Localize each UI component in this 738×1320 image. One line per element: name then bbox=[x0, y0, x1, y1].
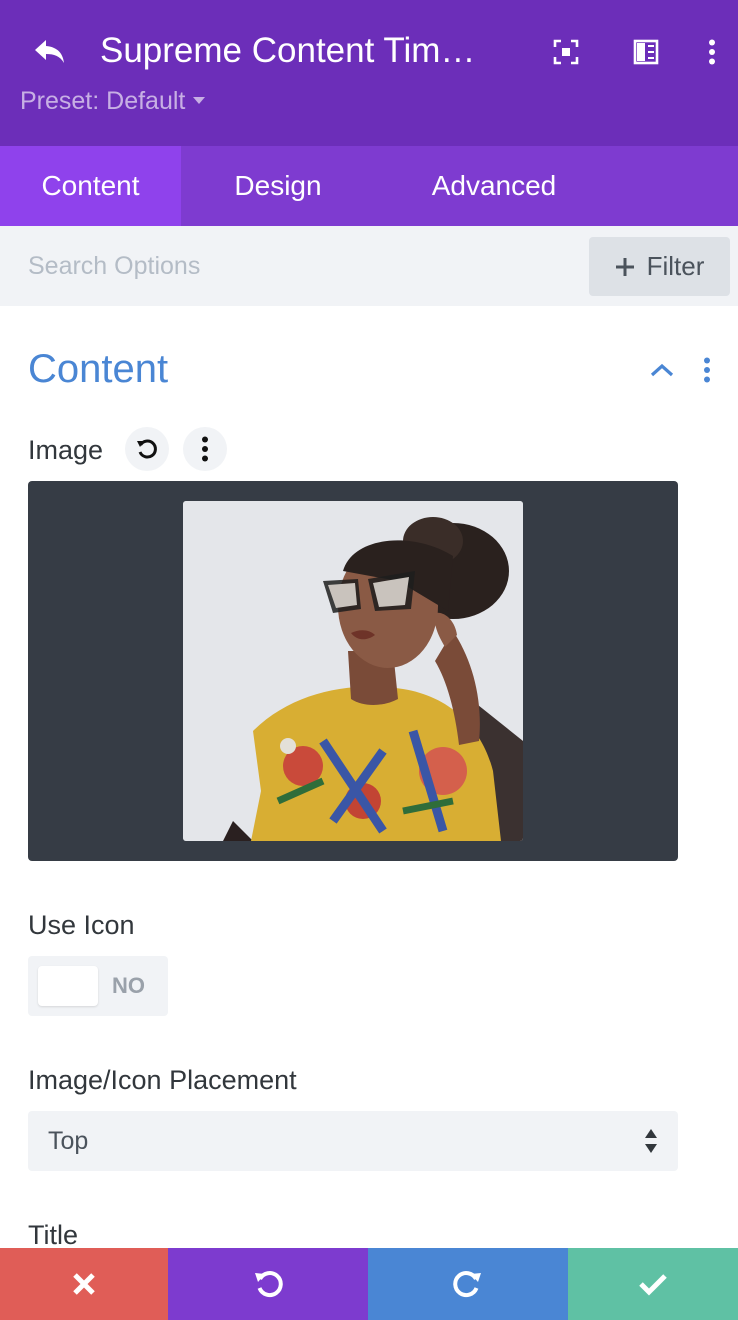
plus-icon bbox=[615, 257, 634, 276]
image-reset-button[interactable] bbox=[125, 427, 169, 471]
collapse-section-button[interactable] bbox=[642, 352, 682, 388]
more-vertical-icon bbox=[704, 357, 710, 383]
placement-value: Top bbox=[48, 1127, 89, 1155]
section-more-button[interactable] bbox=[692, 350, 722, 390]
redo-button[interactable] bbox=[368, 1248, 568, 1320]
tab-content[interactable]: Content bbox=[0, 146, 181, 226]
split-view-button[interactable] bbox=[626, 32, 666, 72]
module-settings-header: Supreme Content Tim… Preset: Default bbox=[0, 0, 738, 146]
preset-selector[interactable]: Preset: Default bbox=[20, 84, 206, 118]
preset-label: Preset: Default bbox=[20, 87, 186, 115]
back-arrow-icon bbox=[35, 40, 64, 63]
settings-tabs: Content Design Advanced bbox=[0, 146, 738, 226]
header-more-button[interactable] bbox=[692, 32, 732, 72]
split-view-icon bbox=[633, 39, 659, 65]
filter-button[interactable]: Filter bbox=[589, 237, 730, 296]
chevron-up-icon bbox=[650, 363, 674, 377]
back-button[interactable] bbox=[28, 30, 72, 74]
tab-design[interactable]: Design bbox=[181, 146, 375, 226]
save-button[interactable] bbox=[568, 1248, 738, 1320]
select-arrows-icon bbox=[645, 1129, 657, 1153]
filter-label: Filter bbox=[646, 251, 705, 281]
search-bar: Filter bbox=[0, 226, 738, 306]
use-icon-label: Use Icon bbox=[28, 910, 135, 940]
more-vertical-icon bbox=[202, 436, 208, 462]
tab-advanced[interactable]: Advanced bbox=[375, 146, 613, 226]
toggle-state-text: NO bbox=[112, 973, 145, 998]
uploaded-photo bbox=[183, 501, 523, 841]
action-bar bbox=[0, 1248, 738, 1320]
focus-mode-button[interactable] bbox=[546, 32, 586, 72]
focus-mode-icon bbox=[553, 39, 579, 65]
more-vertical-icon bbox=[709, 39, 715, 65]
close-icon bbox=[73, 1273, 95, 1295]
placement-label: Image/Icon Placement bbox=[28, 1065, 297, 1095]
check-icon bbox=[639, 1274, 667, 1296]
toggle-knob bbox=[38, 966, 98, 1006]
undo-button[interactable] bbox=[168, 1248, 368, 1320]
search-input[interactable] bbox=[0, 226, 580, 306]
reset-icon bbox=[137, 439, 157, 459]
discard-button[interactable] bbox=[0, 1248, 168, 1320]
image-upload-preview[interactable] bbox=[28, 481, 678, 861]
image-label: Image bbox=[28, 435, 104, 465]
image-more-button[interactable] bbox=[183, 427, 227, 471]
placement-select[interactable]: Top bbox=[28, 1111, 678, 1171]
redo-icon bbox=[453, 1271, 481, 1298]
use-icon-toggle[interactable]: NO bbox=[28, 956, 168, 1016]
module-title: Supreme Content Tim… bbox=[100, 31, 476, 70]
undo-icon bbox=[255, 1271, 283, 1298]
caret-down-icon bbox=[193, 97, 206, 104]
section-title: Content bbox=[28, 347, 169, 391]
